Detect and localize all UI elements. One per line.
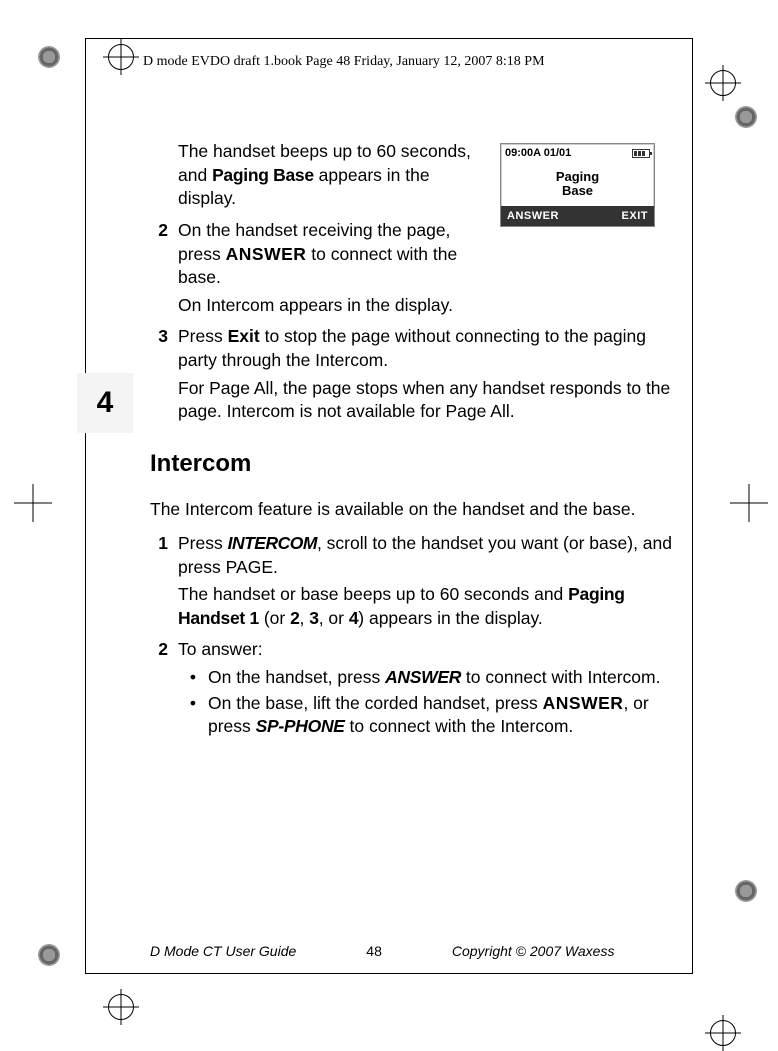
- footer-copyright: Copyright © 2007 Waxess: [452, 943, 615, 959]
- key-answer: ANSWER: [543, 693, 624, 713]
- step-3: 3 Press Exit to stop the page without co…: [150, 325, 680, 372]
- step-3-sub: For Page All, the page stops when any ha…: [178, 377, 680, 424]
- bullet-handset: • On the handset, press ANSWER to connec…: [178, 666, 680, 690]
- footer-title: D Mode CT User Guide: [150, 943, 296, 959]
- chapter-tab: 4: [77, 373, 133, 433]
- key-answer: ANSWER: [226, 244, 307, 264]
- key-answer: ANSWER: [385, 667, 461, 687]
- intercom-step-1: 1 Press INTERCOM, scroll to the handset …: [150, 532, 680, 579]
- intercom-intro: The Intercom feature is available on the…: [150, 498, 680, 522]
- reg-dot-icon: [38, 944, 60, 966]
- bullet-base: • On the base, lift the corded handset, …: [178, 692, 680, 739]
- bullet-icon: •: [178, 692, 208, 739]
- step-2: 2 On the handset receiving the page, pre…: [150, 219, 485, 290]
- step-2-sub: On Intercom appears in the display.: [178, 294, 680, 318]
- reg-dot-icon: [735, 106, 757, 128]
- reg-target-icon: [710, 1020, 736, 1046]
- reg-dot-icon: [38, 46, 60, 68]
- key-intercom: INTERCOM: [228, 533, 317, 553]
- page-header: D mode EVDO draft 1.book Page 48 Friday,…: [143, 54, 545, 70]
- page-footer: D Mode CT User Guide 48 Copyright © 2007…: [150, 943, 670, 959]
- reg-dot-icon: [735, 880, 757, 902]
- reg-target-icon: [108, 994, 134, 1020]
- key-paging-base: Paging Base: [212, 165, 314, 185]
- key-exit: Exit: [228, 326, 260, 346]
- reg-target-icon: [710, 70, 736, 96]
- cross-mark-icon: [20, 490, 46, 516]
- intercom-step-1-sub: The handset or base beeps up to 60 secon…: [178, 583, 680, 630]
- cross-mark-icon: [736, 490, 762, 516]
- body-content: The handset beeps up to 60 seconds, and …: [150, 140, 680, 741]
- paragraph: The handset beeps up to 60 seconds, and …: [178, 140, 485, 211]
- bullet-icon: •: [178, 666, 208, 690]
- key-sp-phone: SP-PHONE: [256, 716, 345, 736]
- section-title-intercom: Intercom: [150, 448, 680, 480]
- intercom-step-2: 2 To answer:: [150, 638, 680, 662]
- footer-page-number: 48: [366, 943, 382, 959]
